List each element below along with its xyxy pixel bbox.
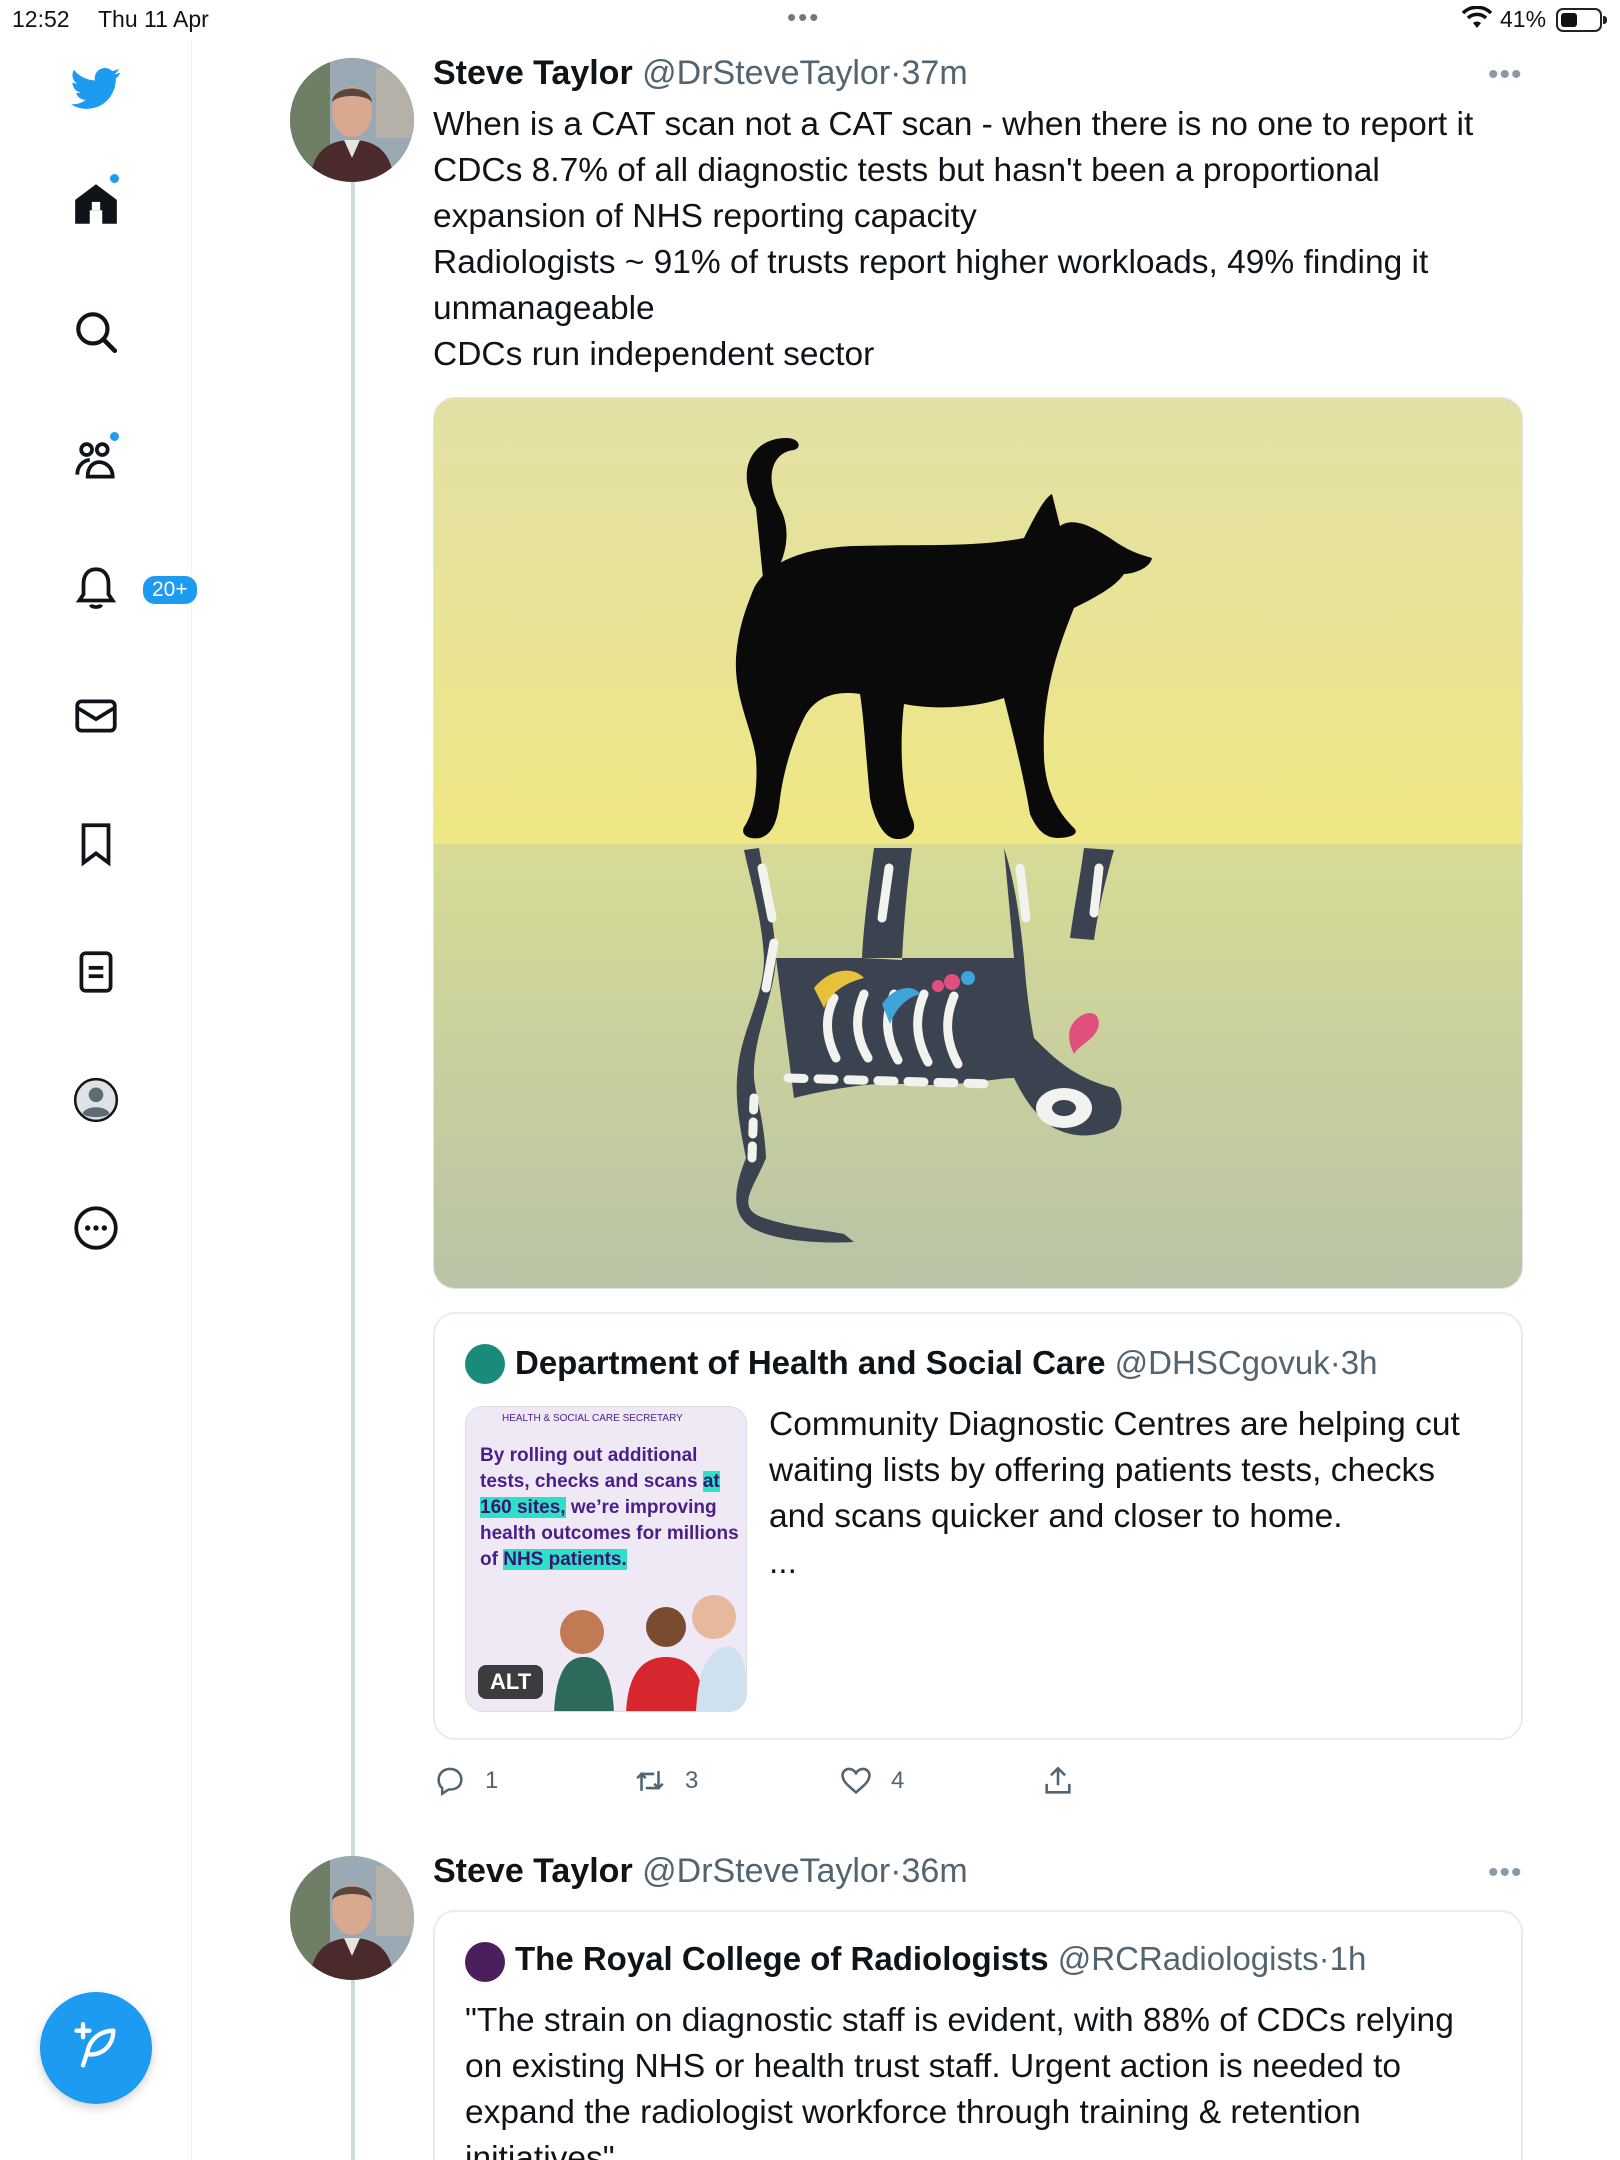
timestamp[interactable]: 37m: [902, 54, 968, 92]
profile-icon: [73, 1077, 119, 1123]
quoted-media-thumbnail[interactable]: HEALTH & SOCIAL CARE SECRETARY By rollin…: [465, 1406, 747, 1712]
reply-count: 1: [485, 1767, 499, 1794]
home-dot-badge: [108, 172, 121, 185]
sidebar: 20+: [0, 40, 199, 2160]
more-circle-icon: [74, 1206, 118, 1250]
communities-dot-badge: [108, 430, 121, 443]
retweet-icon: [636, 1771, 664, 1791]
cat-xray-illustration: [434, 398, 1522, 1288]
quoted-line: "The strain on diagnostic staff is evide…: [465, 2002, 1454, 2039]
nav-communities[interactable]: [52, 416, 140, 504]
display-name[interactable]: Steve Taylor: [433, 1852, 633, 1890]
tweet-line: When is a CAT scan not a CAT scan - when…: [433, 106, 1474, 143]
separator-dot: ·: [1329, 1344, 1341, 1381]
battery-percent: 41%: [1500, 6, 1547, 32]
date: Thu 11 Apr: [98, 6, 209, 32]
quoted-line: initiatives": [465, 2140, 615, 2160]
twitter-logo[interactable]: [52, 44, 140, 132]
timestamp[interactable]: 36m: [902, 1852, 968, 1890]
heart-icon: [841, 1767, 871, 1794]
search-icon: [76, 312, 118, 354]
wifi-icon: [1461, 5, 1493, 36]
tweet-line: expansion of NHS reporting capacity: [433, 198, 977, 235]
reply-button[interactable]: 1: [433, 1758, 498, 1804]
tweet-media-image[interactable]: [433, 397, 1523, 1289]
tweet-line: Radiologists ~ 91% of trusts report high…: [433, 244, 1429, 281]
alt-text-badge[interactable]: ALT: [478, 1665, 544, 1699]
quoted-tweet[interactable]: Department of Health and Social Care @DH…: [433, 1312, 1523, 1740]
quoted-tweet-text: "The strain on diagnostic staff is evide…: [465, 1998, 1495, 2160]
nav-home[interactable]: [52, 160, 140, 248]
nav-bookmarks[interactable]: [52, 800, 140, 888]
home-icon: [75, 184, 117, 224]
quoted-tweet-text: Community Diagnostic Centres are helping…: [769, 1402, 1499, 1586]
tweet-body: When is a CAT scan not a CAT scan - when…: [433, 102, 1523, 378]
dhsc-logo-avatar: [465, 1344, 505, 1384]
tweet-header: Steve Taylor @DrSteveTaylor·36m: [433, 1852, 968, 1891]
like-count: 4: [891, 1767, 905, 1794]
quoted-display-name: Department of Health and Social Care: [515, 1344, 1106, 1381]
tweet-line: CDCs run independent sector: [433, 336, 875, 373]
quoted-line: Community Diagnostic Centres are helping…: [769, 1406, 1460, 1443]
like-button[interactable]: 4: [839, 1758, 904, 1804]
quoted-handle: @RCRadiologists: [1057, 1940, 1319, 1977]
nav-explore[interactable]: [52, 288, 140, 376]
reply-icon: [437, 1767, 463, 1797]
share-button[interactable]: [1041, 1758, 1075, 1804]
display-name[interactable]: Steve Taylor: [433, 54, 633, 92]
avatar-photo: [290, 58, 414, 182]
nav-notifications[interactable]: 20+: [52, 544, 199, 632]
separator-dot: ·: [890, 54, 902, 92]
multitasking-dots[interactable]: •••: [787, 2, 820, 33]
quoted-timestamp: 3h: [1340, 1344, 1378, 1381]
bird-icon: [71, 68, 121, 109]
avatar[interactable]: [290, 1856, 414, 1980]
user-handle[interactable]: @DrSteveTaylor: [642, 1852, 890, 1890]
bell-icon: [75, 567, 117, 609]
nav-more[interactable]: [52, 1184, 140, 1272]
battery-icon: [1556, 8, 1607, 32]
separator-dot: ·: [1318, 1940, 1330, 1977]
quoted-tweet-header: Department of Health and Social Care @DH…: [515, 1344, 1377, 1382]
nav-profile[interactable]: [52, 1056, 140, 1144]
tweet-line: unmanageable: [433, 290, 655, 327]
quoted-tweet-header: The Royal College of Radiologists @RCRad…: [515, 1940, 1366, 1978]
quoted-line: expand the radiologist workforce through…: [465, 2094, 1361, 2131]
user-handle[interactable]: @DrSteveTaylor: [642, 54, 890, 92]
share-icon: [1045, 1766, 1071, 1794]
quoted-line: and scans quicker and closer to home.: [769, 1498, 1343, 1535]
quoted-line: ...: [769, 1544, 797, 1581]
tweet-header: Steve Taylor @DrSteveTaylor·37m: [433, 54, 968, 93]
bookmark-icon: [81, 823, 111, 867]
tweet-more-button[interactable]: •••: [1488, 1856, 1523, 1890]
mail-icon: [75, 699, 117, 733]
list-icon: [79, 951, 113, 993]
nav-messages[interactable]: [52, 672, 140, 760]
quoted-line: waiting lists by offering patients tests…: [769, 1452, 1435, 1489]
avatar[interactable]: [290, 58, 414, 182]
tweet-more-button[interactable]: •••: [1488, 58, 1523, 92]
tweet-action-bar: 1 3 4: [433, 1758, 1523, 1808]
retweet-count: 3: [685, 1767, 699, 1794]
avatar-photo: [290, 1856, 414, 1980]
separator-dot: ·: [890, 1852, 902, 1890]
quoted-handle: @DHSCgovuk: [1114, 1344, 1330, 1381]
retweet-button[interactable]: 3: [633, 1758, 698, 1804]
rcr-logo-avatar: [465, 1942, 505, 1982]
clock: 12:52: [12, 6, 70, 32]
nav-lists[interactable]: [52, 928, 140, 1016]
quoted-line: on existing NHS or health trust staff. U…: [465, 2048, 1402, 2085]
tweet-line: CDCs 8.7% of all diagnostic tests but ha…: [433, 152, 1380, 189]
compose-feather-icon: [74, 2022, 116, 2068]
notification-badge: 20+: [141, 574, 199, 606]
status-bar: 12:52 Thu 11 Apr ••• 41%: [0, 0, 1620, 40]
compose-tweet-button[interactable]: [40, 1992, 152, 2104]
quoted-display-name: The Royal College of Radiologists: [515, 1940, 1049, 1977]
quoted-timestamp: 1h: [1329, 1940, 1367, 1977]
quoted-tweet[interactable]: The Royal College of Radiologists @RCRad…: [433, 1910, 1523, 2160]
